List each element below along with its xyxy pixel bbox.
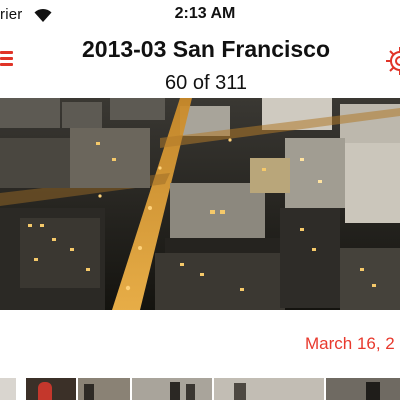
thumbnail[interactable] (0, 378, 16, 400)
thumbnail[interactable] (132, 378, 212, 400)
photo-image (0, 98, 400, 310)
photo-date: March 16, 2 (305, 334, 395, 353)
thumbnail[interactable] (78, 378, 130, 400)
thumbnail-strip (0, 378, 400, 400)
thumbnail[interactable] (326, 378, 400, 400)
status-time: 2:13 AM (174, 5, 236, 22)
gear-icon (386, 47, 400, 75)
photo-counter: 60 of 311 (165, 72, 247, 94)
navigation-bar: 2013-03 San Francisco 60 of 311 (0, 32, 400, 98)
settings-button[interactable] (384, 45, 400, 77)
thumbnail[interactable] (26, 378, 76, 400)
album-title: 2013-03 San Francisco (81, 36, 331, 62)
status-bar: rier 2:13 AM (0, 0, 400, 32)
thumbnail[interactable] (214, 378, 324, 400)
city-night-photo[interactable] (0, 98, 400, 310)
